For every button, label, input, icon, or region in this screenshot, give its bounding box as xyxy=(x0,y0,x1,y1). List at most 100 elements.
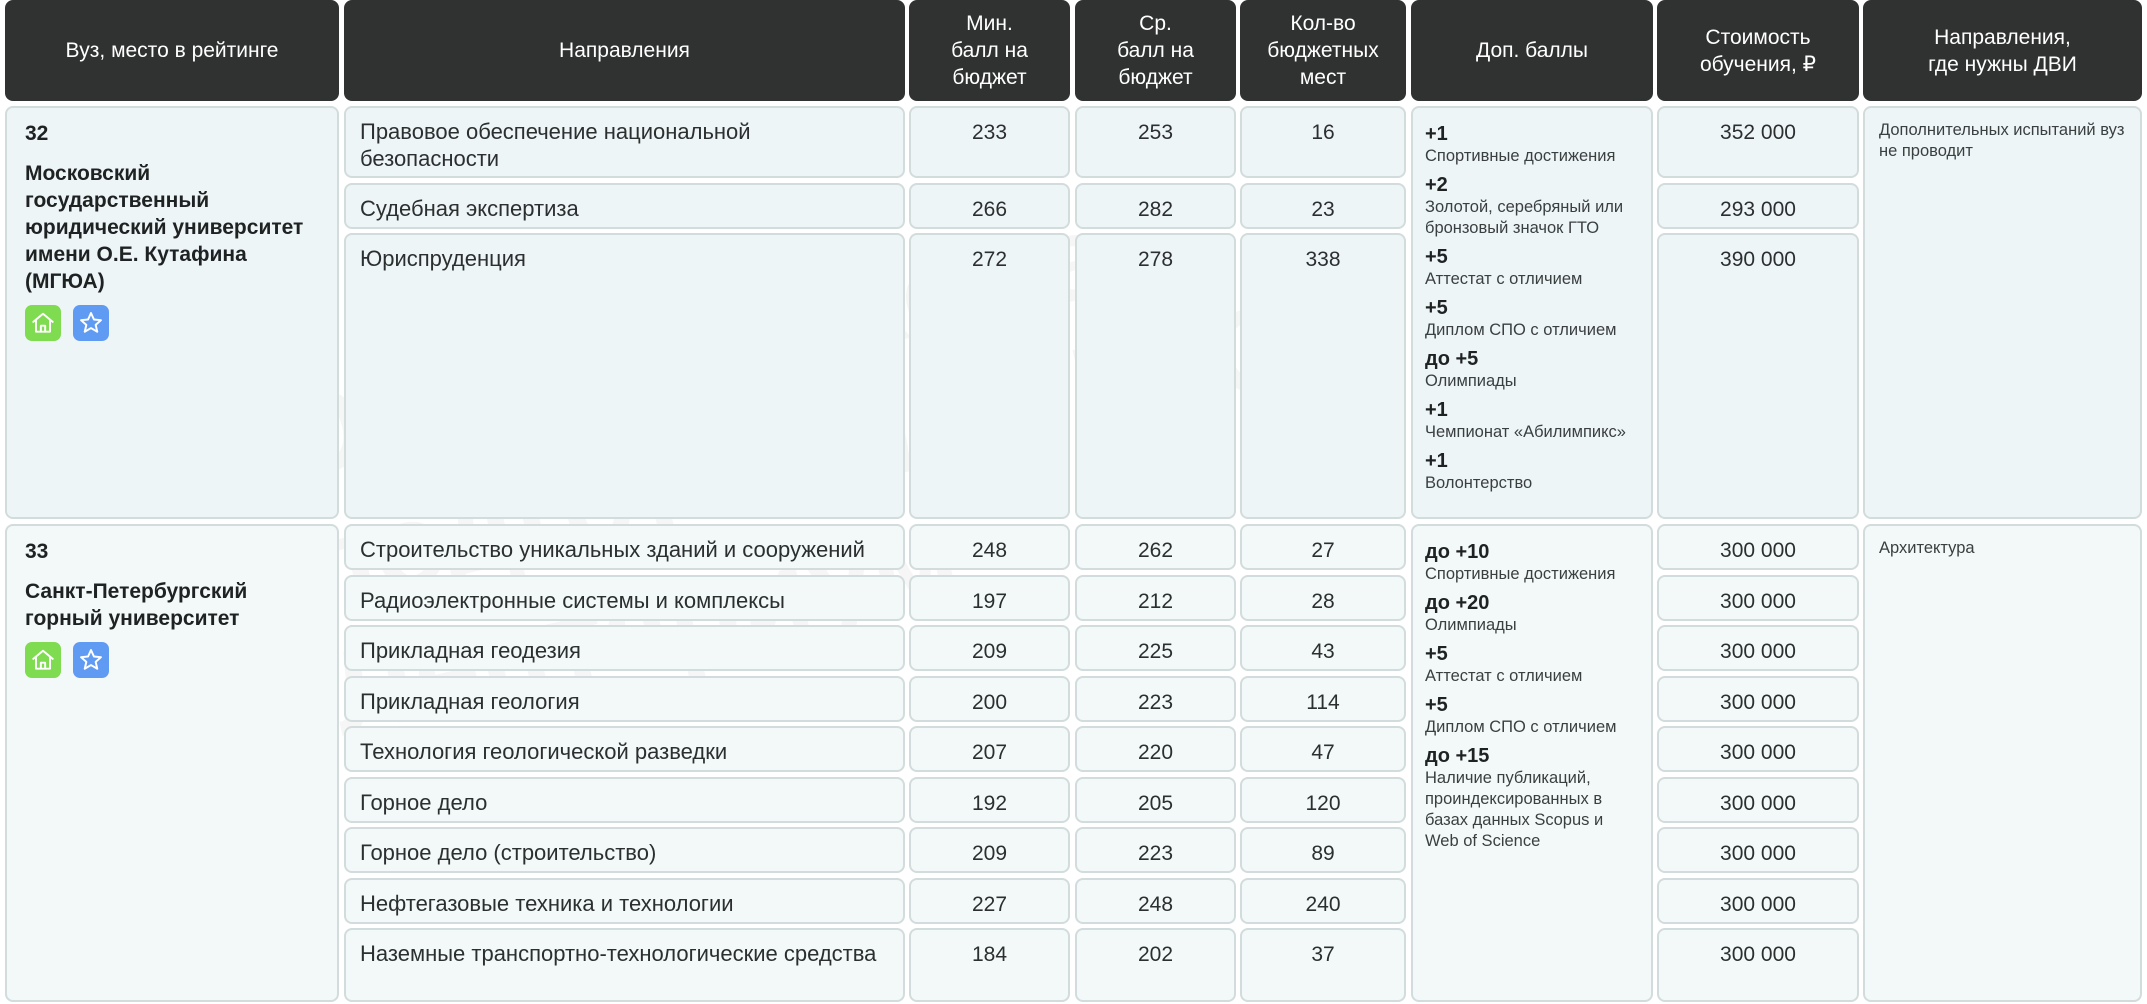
university-cell: 33 Санкт-Петербургский горный университет xyxy=(5,524,339,1002)
program-name-cell: Судебная экспертиза xyxy=(344,183,905,229)
min-score: 266 xyxy=(971,198,1008,221)
bonus-value: +2 xyxy=(1425,174,1448,196)
avg-score: 225 xyxy=(1137,640,1174,663)
dvi-text: Архитектура xyxy=(1879,539,1975,557)
program-name: Строительство уникальных зданий и сооруж… xyxy=(360,537,865,562)
budget-places-cell: 37 xyxy=(1240,928,1406,1002)
cost-cell: 300 000 xyxy=(1657,625,1859,671)
bonus-item: +1 Спортивные достижения xyxy=(1425,122,1639,167)
avg-score-cell: 223 xyxy=(1075,676,1236,722)
min-score-cell: 200 xyxy=(909,676,1070,722)
program-name: Судебная экспертиза xyxy=(360,196,579,221)
avg-score: 212 xyxy=(1137,590,1174,613)
min-score-cell: 209 xyxy=(909,827,1070,873)
avg-score: 202 xyxy=(1137,943,1174,966)
avg-score-cell: 262 xyxy=(1075,524,1236,570)
university-rank: 33 xyxy=(25,540,49,563)
avg-score: 205 xyxy=(1137,792,1174,815)
bonus-label: Спортивные достижения xyxy=(1425,147,1616,165)
bonus-item: до +10 Спортивные достижения xyxy=(1425,540,1639,585)
header-cost: Стоимость обучения, ₽ xyxy=(1657,0,1859,101)
tuition-cost: 300 000 xyxy=(1720,590,1796,613)
min-score: 200 xyxy=(971,691,1008,714)
bonus-item: +5 Диплом СПО с отличием xyxy=(1425,693,1639,738)
dvi-text: Дополнительных испытаний вуз не проводит xyxy=(1879,121,2125,160)
home-icon[interactable] xyxy=(25,305,61,341)
bonus-value: +5 xyxy=(1425,297,1448,319)
budget-places-cell: 27 xyxy=(1240,524,1406,570)
avg-score: 278 xyxy=(1137,248,1174,271)
program-name-cell: Прикладная геология xyxy=(344,676,905,722)
avg-score-cell: 202 xyxy=(1075,928,1236,1002)
tuition-cost: 300 000 xyxy=(1720,640,1796,663)
avg-score: 220 xyxy=(1137,741,1174,764)
budget-places-cell: 23 xyxy=(1240,183,1406,229)
program-name-cell: Наземные транспортно-технологические сре… xyxy=(344,928,905,1002)
budget-places: 240 xyxy=(1305,893,1341,916)
bonus-value: +1 xyxy=(1425,399,1448,421)
bonus-item: +2 Золотой, серебряный или бронзовый знач… xyxy=(1425,173,1639,239)
budget-places: 37 xyxy=(1311,943,1335,966)
min-score-cell: 197 xyxy=(909,575,1070,621)
budget-places: 114 xyxy=(1306,691,1340,714)
extra-points-cell: +1 Спортивные достижения +2 Золотой, серебр… xyxy=(1411,106,1653,519)
program-name: Технология геологической разведки xyxy=(360,739,728,764)
header-avg-score: Ср. балл на бюджет xyxy=(1075,0,1236,101)
avg-score-cell: 223 xyxy=(1075,827,1236,873)
university-icons xyxy=(25,305,319,341)
bonus-item: +1 Волонтерство xyxy=(1425,449,1639,494)
avg-score: 262 xyxy=(1137,539,1174,562)
bonus-item: до +20 Олимпиады xyxy=(1425,591,1639,636)
budget-places: 23 xyxy=(1311,198,1335,221)
budget-places-cell: 47 xyxy=(1240,726,1406,772)
program-name: Нефтегазовые техника и технологии xyxy=(360,891,734,916)
program-name: Горное дело xyxy=(360,790,488,815)
budget-places: 89 xyxy=(1311,842,1335,865)
bonus-item: до +15 Наличие публикаций, проиндексирова… xyxy=(1425,744,1639,852)
budget-places: 43 xyxy=(1311,640,1335,663)
min-score: 209 xyxy=(971,640,1008,663)
header-directions: Направления xyxy=(344,0,905,101)
avg-score: 253 xyxy=(1137,121,1174,144)
home-icon[interactable] xyxy=(25,642,61,678)
bonus-label: Аттестат с отличием xyxy=(1425,270,1583,288)
min-score: 207 xyxy=(971,741,1008,764)
cost-cell: 300 000 xyxy=(1657,928,1859,1002)
program-name-cell: Прикладная геодезия xyxy=(344,625,905,671)
min-score: 248 xyxy=(971,539,1008,562)
bonus-item: +5 Аттестат с отличием xyxy=(1425,245,1639,290)
program-name-cell: Строительство уникальных зданий и сооруж… xyxy=(344,524,905,570)
dvi-cell: Архитектура xyxy=(1863,524,2142,1002)
min-score-cell: 184 xyxy=(909,928,1070,1002)
star-icon[interactable] xyxy=(73,305,109,341)
program-name-cell: Технология геологической разведки xyxy=(344,726,905,772)
budget-places-cell: 338 xyxy=(1240,233,1406,519)
bonus-label: Наличие публикаций, проиндексированных в… xyxy=(1425,769,1604,850)
bonus-label: Волонтерство xyxy=(1425,474,1533,492)
min-score-cell: 192 xyxy=(909,777,1070,823)
cost-cell: 300 000 xyxy=(1657,777,1859,823)
budget-places-cell: 114 xyxy=(1240,676,1406,722)
program-name-cell: Радиоэлектронные системы и комплексы xyxy=(344,575,905,621)
tuition-cost: 300 000 xyxy=(1720,539,1796,562)
program-name: Прикладная геология xyxy=(360,689,580,714)
tuition-cost: 300 000 xyxy=(1720,842,1796,865)
avg-score-cell: 225 xyxy=(1075,625,1236,671)
header-dvi: Направления, где нужны ДВИ xyxy=(1863,0,2142,101)
bonus-label: Золотой, серебряный или бронзовый значок… xyxy=(1425,198,1624,237)
cost-cell: 300 000 xyxy=(1657,575,1859,621)
tuition-cost: 300 000 xyxy=(1720,691,1796,714)
min-score-cell: 266 xyxy=(909,183,1070,229)
extra-points-cell: до +10 Спортивные достижения до +20 Олимпиа… xyxy=(1411,524,1653,1002)
min-score: 233 xyxy=(971,121,1008,144)
bonus-value: до +15 xyxy=(1425,745,1490,767)
cost-cell: 300 000 xyxy=(1657,878,1859,924)
program-name: Наземные транспортно-технологические сре… xyxy=(360,941,877,966)
header-extra-points: Доп. баллы xyxy=(1411,0,1653,101)
bonus-item: +1 Чемпионат «Абилимпикс» xyxy=(1425,398,1639,443)
star-icon[interactable] xyxy=(73,642,109,678)
program-name: Юриспруденция xyxy=(360,246,526,271)
program-name: Радиоэлектронные системы и комплексы xyxy=(360,588,785,613)
university-name: Санкт-Петербургский горный университет xyxy=(25,580,248,630)
min-score: 209 xyxy=(971,842,1008,865)
